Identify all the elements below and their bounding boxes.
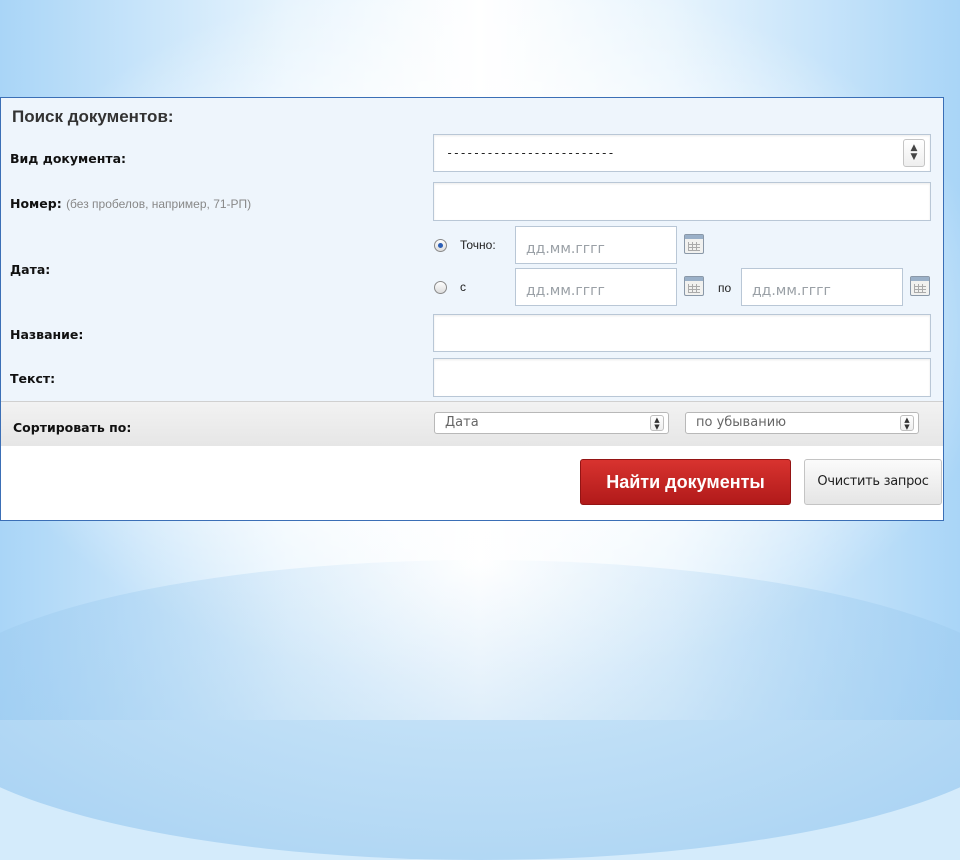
date-from-field[interactable] <box>515 268 677 306</box>
search-documents-button[interactable]: Найти документы <box>580 459 791 505</box>
doc-type-value: ------------------------- <box>446 146 615 160</box>
date-range-radio[interactable] <box>434 281 447 294</box>
calendar-icon[interactable] <box>684 276 704 296</box>
date-label: Дата: <box>10 262 51 277</box>
name-input[interactable] <box>433 314 931 352</box>
document-search-form: Поиск документов: Вид документа: -------… <box>0 97 944 521</box>
sort-label: Сортировать по: <box>13 420 132 435</box>
date-exact-label: Точно: <box>460 238 496 252</box>
date-exact-field[interactable] <box>515 226 677 264</box>
sort-field-select[interactable]: Дата ▲ ▼ <box>434 412 669 434</box>
calendar-icon[interactable] <box>910 276 930 296</box>
doc-type-select[interactable]: ------------------------- ▲ ▼ <box>433 134 931 172</box>
date-from-input[interactable] <box>526 283 666 299</box>
form-actions: Найти документы Очистить запрос <box>1 446 943 520</box>
number-label: Номер: <box>10 196 62 211</box>
number-label-row: Номер: (без пробелов, например, 71-РП) <box>10 196 251 211</box>
form-title: Поиск документов: <box>12 107 174 126</box>
text-label: Текст: <box>10 371 56 386</box>
select-arrows-icon: ▲ ▼ <box>900 415 914 431</box>
sort-field-value: Дата <box>445 415 479 430</box>
date-exact-radio[interactable] <box>434 239 447 252</box>
clear-query-button[interactable]: Очистить запрос <box>804 459 942 505</box>
date-exact-input[interactable] <box>526 241 666 257</box>
number-hint: (без пробелов, например, 71-РП) <box>66 197 252 211</box>
select-arrows-icon: ▲ ▼ <box>903 139 925 167</box>
sort-order-value: по убыванию <box>696 415 787 430</box>
name-label: Название: <box>10 327 84 342</box>
date-to-input[interactable] <box>752 283 892 299</box>
date-from-label: с <box>460 280 466 294</box>
select-arrows-icon: ▲ ▼ <box>650 415 664 431</box>
number-input[interactable] <box>433 182 931 221</box>
calendar-icon[interactable] <box>684 234 704 254</box>
text-input[interactable] <box>433 358 931 397</box>
date-to-label: по <box>718 281 732 295</box>
sort-bar: Сортировать по: Дата ▲ ▼ по убыванию ▲ ▼ <box>1 401 943 447</box>
doc-type-label: Вид документа: <box>10 151 127 166</box>
date-to-field[interactable] <box>741 268 903 306</box>
sort-order-select[interactable]: по убыванию ▲ ▼ <box>685 412 919 434</box>
